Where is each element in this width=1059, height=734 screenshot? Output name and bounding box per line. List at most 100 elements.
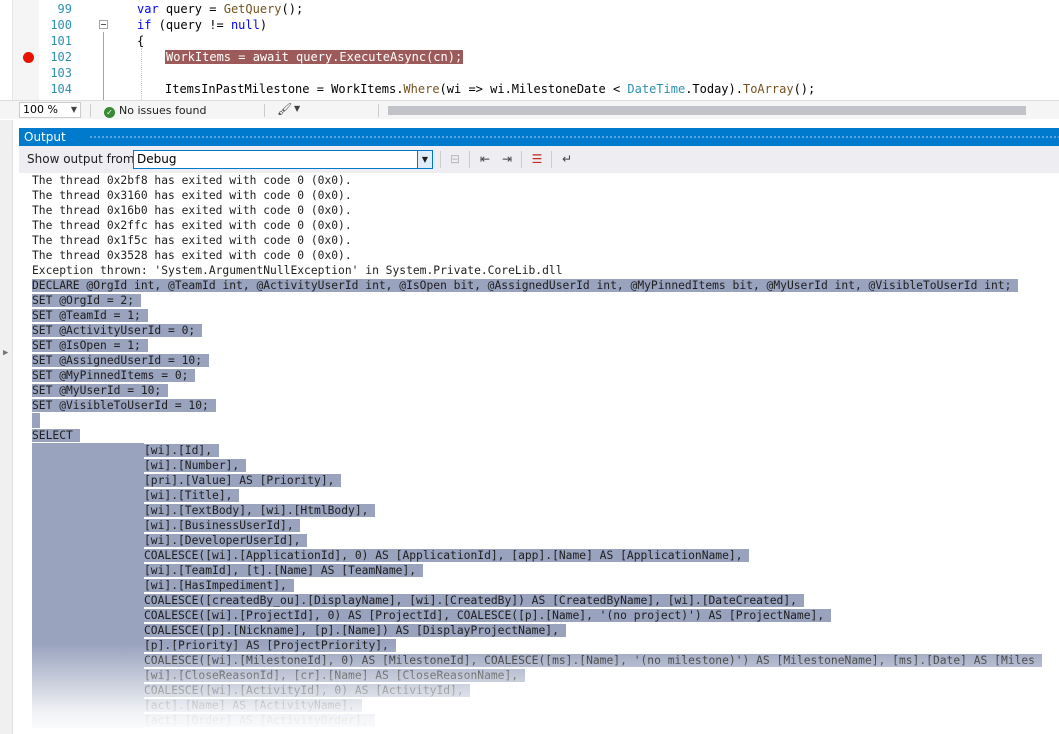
output-line: Exception thrown: 'System.ArgumentNullEx… [32, 263, 563, 278]
code-editor[interactable]: 99 var query = GetQuery(); 100 if (query !=… [0, 0, 1059, 100]
selection-indent [32, 443, 144, 458]
prev-message-icon[interactable]: ⇤ [475, 150, 495, 169]
output-line: SET @AssignedUserId = 10; [32, 353, 209, 368]
output-text-pane[interactable]: The thread 0x2bf8 has exited with code 0… [19, 173, 1059, 734]
code-token: { [137, 34, 145, 48]
code-token: WorkItems = await query.ExecuteAsync(cn)… [165, 50, 464, 64]
clear-all-icon[interactable]: ☰ [527, 150, 547, 169]
code-token: Where [403, 82, 440, 96]
code-line[interactable]: 101 { [0, 33, 1059, 49]
status-separator [90, 104, 91, 117]
find-message-icon[interactable]: ⊟ [445, 150, 465, 169]
output-line: [wi].[DeveloperUserId], [32, 533, 308, 548]
chevron-down-icon[interactable]: ▼ [417, 151, 432, 168]
output-line: SET @MyUserId = 10; [32, 383, 169, 398]
output-line: The thread 0x2ffc has exited with code 0… [32, 218, 352, 233]
output-line: SET @OrgId = 2; [32, 293, 141, 308]
output-toolbar: Show output from: Debug ▼ ⊟ ⇤ ⇥ ☰ ↵ [19, 146, 1059, 173]
selection-indent [32, 503, 144, 518]
output-line: [wi].[Title], [32, 488, 240, 503]
output-line-text: COALESCE([wi].[MilestoneId], 0) AS [Mile… [144, 654, 1042, 667]
collapse-icon[interactable] [99, 20, 108, 29]
line-number: 102 [50, 50, 72, 64]
toolbar-separator [469, 151, 470, 168]
toolbar-separator [521, 151, 522, 168]
output-line-text: [wi].[Number], [144, 459, 247, 472]
chevron-down-icon[interactable]: ▼ [294, 104, 300, 113]
output-line: The thread 0x3528 has exited with code 0… [32, 248, 352, 263]
output-line: [act].[Order] AS [ActivityOrder], [32, 713, 376, 728]
output-line: The thread 0x16b0 has exited with code 0… [32, 203, 352, 218]
code-token: (query != [151, 18, 231, 32]
breakpoint-icon[interactable] [23, 52, 34, 63]
selection-indent [32, 713, 144, 728]
editor-status-strip: 100 % ▼ ✓ No issues found 🖌 ▼ [0, 100, 1059, 119]
output-line-text: COALESCE([createdBy_ou].[DisplayName], [… [144, 594, 804, 607]
output-line-text: The thread 0x1f5c has exited with code 0… [32, 234, 352, 247]
code-line[interactable]: 100 if (query != null) [0, 17, 1059, 33]
expand-arrow-icon[interactable]: ▶ [3, 348, 8, 358]
output-line-text: [wi].[Id], [144, 444, 219, 457]
zoom-level-combo[interactable]: 100 % ▼ [19, 102, 81, 118]
output-line-text: SET @IsOpen = 1; [32, 339, 148, 352]
output-line-text: SELECT [32, 429, 80, 442]
output-line-text: [wi].[HasImpediment], [144, 579, 294, 592]
output-line-text: [wi].[Title], [144, 489, 240, 502]
toggle-word-wrap-icon[interactable]: ↵ [557, 150, 577, 169]
output-line-text: SET @MyUserId = 10; [32, 384, 169, 397]
output-line-text: The thread 0x2bf8 has exited with code 0… [32, 174, 352, 187]
output-line: COALESCE([wi].[MilestoneId], 0) AS [Mile… [32, 653, 1042, 668]
output-line: [wi].[HasImpediment], [32, 578, 294, 593]
output-line-text: [p].[Priority] AS [ProjectPriority], [144, 639, 396, 652]
code-token: null [230, 18, 260, 32]
output-line: COALESCE([wi].[ApplicationId], 0) AS [Ap… [32, 548, 750, 563]
code-token: if [137, 18, 152, 32]
output-window-title[interactable]: Output [19, 128, 1059, 146]
output-line: COALESCE([wi].[ProjectId], 0) AS [Projec… [32, 608, 831, 623]
selection-indent [32, 578, 144, 593]
output-line: [p].[Priority] AS [ProjectPriority], [32, 638, 396, 653]
output-line-text: SET @VisibleToUserId = 10; [32, 399, 216, 412]
code-token: (wi => wi.MilestoneDate < [439, 82, 628, 96]
line-number: 99 [57, 2, 72, 16]
code-line[interactable]: 103 [0, 65, 1059, 81]
output-line: [act].[Name] AS [ActivityName], [32, 698, 362, 713]
output-line: SELECT [32, 428, 80, 443]
code-line[interactable]: 102 WorkItems = await query.ExecuteAsync(… [0, 49, 1059, 65]
output-line-text: COALESCE([wi].[ProjectId], 0) AS [Projec… [144, 609, 831, 622]
code-text: ItemsInPastMilestone = WorkItems.Where(w… [165, 81, 815, 97]
output-line: COALESCE([createdBy_ou].[DisplayName], [… [32, 593, 804, 608]
output-line: SET @VisibleToUserId = 10; [32, 398, 216, 413]
output-line: [wi].[Id], [32, 443, 219, 458]
selection-indent [32, 608, 144, 623]
code-cleanup-icon[interactable]: 🖌 [277, 102, 292, 116]
code-token: ToArray [742, 82, 794, 96]
code-text: if (query != null) [137, 17, 267, 33]
output-line: [wi].[TeamId], [t].[Name] AS [TeamName], [32, 563, 423, 578]
output-line: [wi].[Number], [32, 458, 247, 473]
output-line: The thread 0x3160 has exited with code 0… [32, 188, 352, 203]
output-line: [wi].[TextBody], [wi].[HtmlBody], [32, 503, 376, 518]
code-line[interactable]: 104 ItemsInPastMilestone = WorkItems.Wher… [0, 81, 1059, 97]
selection-indent [32, 563, 144, 578]
line-number: 101 [50, 34, 72, 48]
code-text: { [137, 33, 144, 49]
output-line-text: [wi].[CloseReasonId], [cr].[Name] AS [Cl… [144, 669, 525, 682]
output-line [32, 413, 40, 428]
output-line-text: [act].[Order] AS [ActivityOrder], [144, 714, 376, 727]
output-line-text: SET @OrgId = 2; [32, 294, 141, 307]
output-line-text [32, 413, 40, 428]
output-source-select[interactable]: Debug ▼ [133, 150, 433, 169]
selection-indent [32, 593, 144, 608]
next-message-icon[interactable]: ⇥ [497, 150, 517, 169]
left-dock-edge: ▶ [0, 120, 13, 734]
selection-indent [32, 473, 144, 488]
selection-indent [32, 668, 144, 683]
issues-indicator[interactable]: ✓ No issues found [104, 103, 206, 118]
code-token: query = [158, 2, 224, 16]
output-line-text: [wi].[BusinessUserId], [144, 519, 301, 532]
horizontal-scrollbar-thumb[interactable] [388, 106, 1026, 115]
code-token: (); [281, 2, 304, 16]
code-line[interactable]: 99 var query = GetQuery(); [0, 1, 1059, 17]
output-line: [wi].[CloseReasonId], [cr].[Name] AS [Cl… [32, 668, 525, 683]
